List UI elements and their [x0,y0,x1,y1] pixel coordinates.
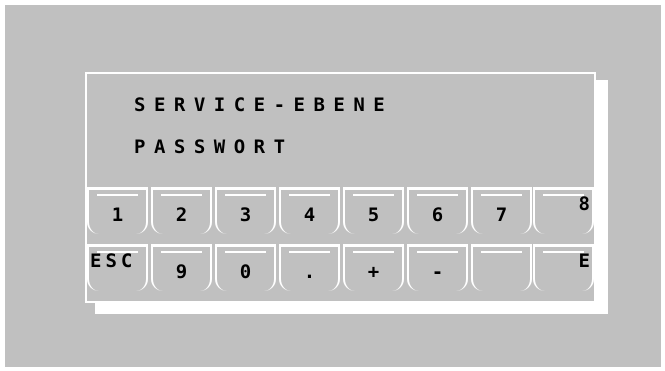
key-6[interactable]: 6 [407,187,468,234]
key-blank[interactable] [471,244,532,291]
key-1[interactable]: 1 [87,187,148,234]
key-4[interactable]: 4 [279,187,340,234]
key-dot[interactable]: . [279,244,340,291]
key-label: 0 [239,261,252,283]
key-label: 6 [431,204,444,226]
key-label: 7 [495,204,508,226]
key-minus[interactable]: - [407,244,468,291]
key-label: 3 [239,204,252,226]
key-label: - [431,261,444,283]
key-2[interactable]: 2 [151,187,212,234]
key-enter[interactable]: E [533,244,594,291]
key-plus[interactable]: + [343,244,404,291]
service-panel: SERVICE-EBENE PASSWORT 1 2 3 4 5 6 7 8 E… [85,72,596,303]
key-esc[interactable]: ESC [87,244,148,291]
key-label: 1 [111,204,124,226]
key-label: ESC [90,250,137,272]
key-5[interactable]: 5 [343,187,404,234]
key-label: 9 [175,261,188,283]
key-label: 4 [303,204,316,226]
key-8[interactable]: 8 [533,187,594,234]
key-3[interactable]: 3 [215,187,276,234]
key-label: 2 [175,204,188,226]
key-0[interactable]: 0 [215,244,276,291]
key-label: 5 [367,204,380,226]
key-7[interactable]: 7 [471,187,532,234]
key-label: 8 [578,193,590,215]
password-prompt: PASSWORT [134,136,294,158]
key-label: . [303,261,316,283]
key-9[interactable]: 9 [151,244,212,291]
key-label: + [367,261,380,283]
key-label: E [578,250,590,272]
title-line: SERVICE-EBENE [134,94,394,116]
